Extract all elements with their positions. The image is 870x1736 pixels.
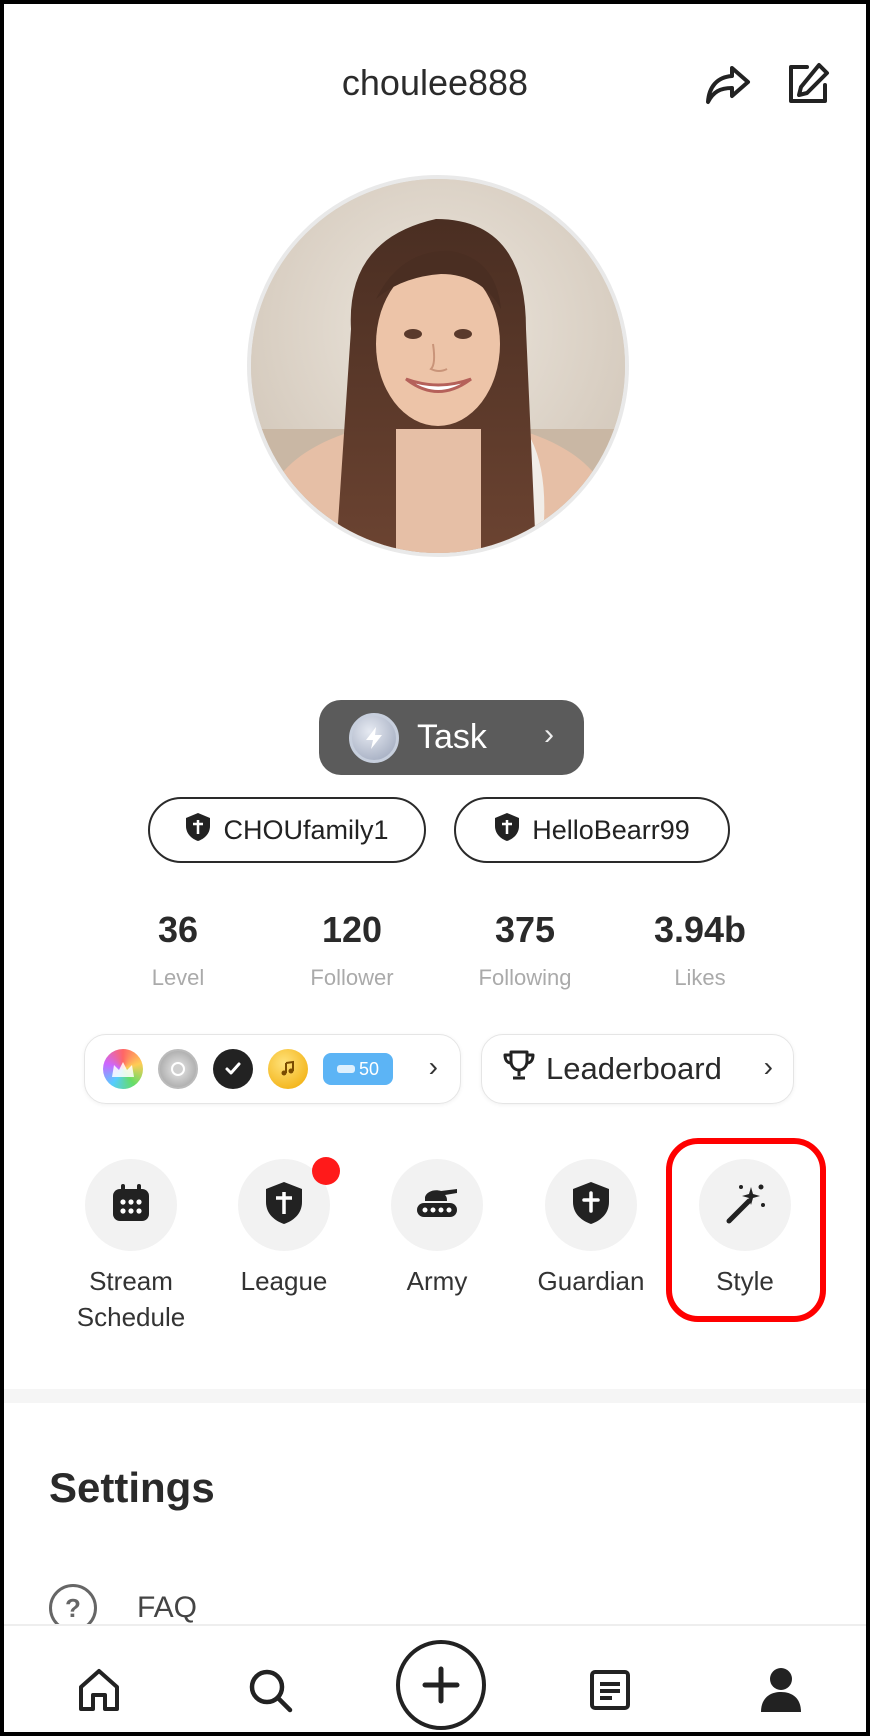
- tool-stream-schedule[interactable]: Stream Schedule: [56, 1159, 206, 1336]
- stat-level[interactable]: 36 Level: [93, 909, 263, 991]
- tool-icon-container: [238, 1157, 340, 1251]
- notification-dot: [312, 1157, 340, 1185]
- stat-value: 375: [494, 909, 556, 950]
- chip-label: HelloBearr99: [532, 814, 690, 845]
- calendar-icon: [110, 1182, 152, 1229]
- avatar[interactable]: [247, 175, 629, 557]
- app-screen: choulee888 Task › CHOUfamily1 HelloBearr…: [0, 0, 870, 1736]
- leaderboard-button[interactable]: Leaderboard ›: [481, 1034, 794, 1104]
- shield-icon: [494, 812, 520, 849]
- share-icon[interactable]: [702, 58, 754, 110]
- chevron-right-icon: ›: [544, 718, 554, 751]
- plus-icon[interactable]: [396, 1640, 486, 1730]
- profile-icon[interactable]: [741, 1650, 821, 1730]
- tank-icon: [413, 1185, 461, 1226]
- level-pill-label: 50: [358, 1058, 380, 1079]
- trophy-icon: [502, 1049, 536, 1089]
- tool-army[interactable]: Army: [362, 1159, 512, 1299]
- chevron-right-icon: ›: [763, 1051, 773, 1082]
- shield-icon: [185, 812, 211, 849]
- settings-title: Settings: [49, 1464, 215, 1511]
- stat-label: Following: [478, 965, 572, 990]
- settings-item-label: FAQ: [137, 1591, 198, 1624]
- document-icon[interactable]: [570, 1650, 650, 1730]
- bottom-nav: [4, 1624, 866, 1732]
- chevron-right-icon: ›: [428, 1051, 438, 1082]
- shield-icon: [264, 1180, 304, 1231]
- stat-label: Follower: [310, 965, 394, 990]
- tool-icon-container: [85, 1159, 177, 1251]
- stat-label: Likes: [674, 965, 726, 990]
- search-icon[interactable]: [230, 1650, 310, 1730]
- tool-icon-container: [391, 1159, 483, 1251]
- leaderboard-label: Leaderboard: [546, 1051, 722, 1086]
- guardian-shield-icon: [571, 1180, 611, 1231]
- stat-value: 3.94b: [653, 909, 747, 950]
- silver-medal-icon: [158, 1049, 198, 1089]
- stat-value: 120: [321, 909, 383, 950]
- stat-value: 36: [157, 909, 199, 950]
- stat-following[interactable]: 375 Following: [440, 909, 610, 991]
- task-button[interactable]: Task ›: [319, 700, 584, 775]
- tool-icon-container: [545, 1159, 637, 1251]
- family-chip-choufamily1[interactable]: CHOUfamily1: [148, 797, 426, 863]
- top-bar: choulee888: [4, 44, 866, 124]
- home-icon[interactable]: [59, 1650, 139, 1730]
- task-label: Task: [417, 718, 487, 756]
- family-chip-hellobearr99[interactable]: HelloBearr99: [454, 797, 730, 863]
- tool-label: Stream Schedule: [76, 1266, 186, 1333]
- tool-league[interactable]: League: [209, 1157, 359, 1299]
- verified-badge-icon: [213, 1049, 253, 1089]
- lightning-badge-icon: [349, 712, 399, 763]
- tool-guardian[interactable]: Guardian: [516, 1159, 666, 1299]
- tool-label: League: [240, 1266, 328, 1296]
- section-divider: [4, 1389, 866, 1403]
- chip-label: CHOUfamily1: [223, 814, 389, 845]
- music-coin-icon: [268, 1049, 308, 1089]
- stat-label: Level: [151, 965, 205, 990]
- stat-follower[interactable]: 120 Follower: [267, 909, 437, 991]
- tool-label: Army: [406, 1266, 468, 1296]
- stat-likes[interactable]: 3.94b Likes: [615, 909, 785, 991]
- rainbow-crown-icon: [103, 1049, 143, 1089]
- style-highlight-box: [666, 1138, 826, 1322]
- badges-card[interactable]: 50 ›: [84, 1034, 461, 1104]
- tool-label: Guardian: [537, 1266, 645, 1296]
- level-pill: 50: [323, 1053, 393, 1085]
- edit-icon[interactable]: [782, 58, 834, 110]
